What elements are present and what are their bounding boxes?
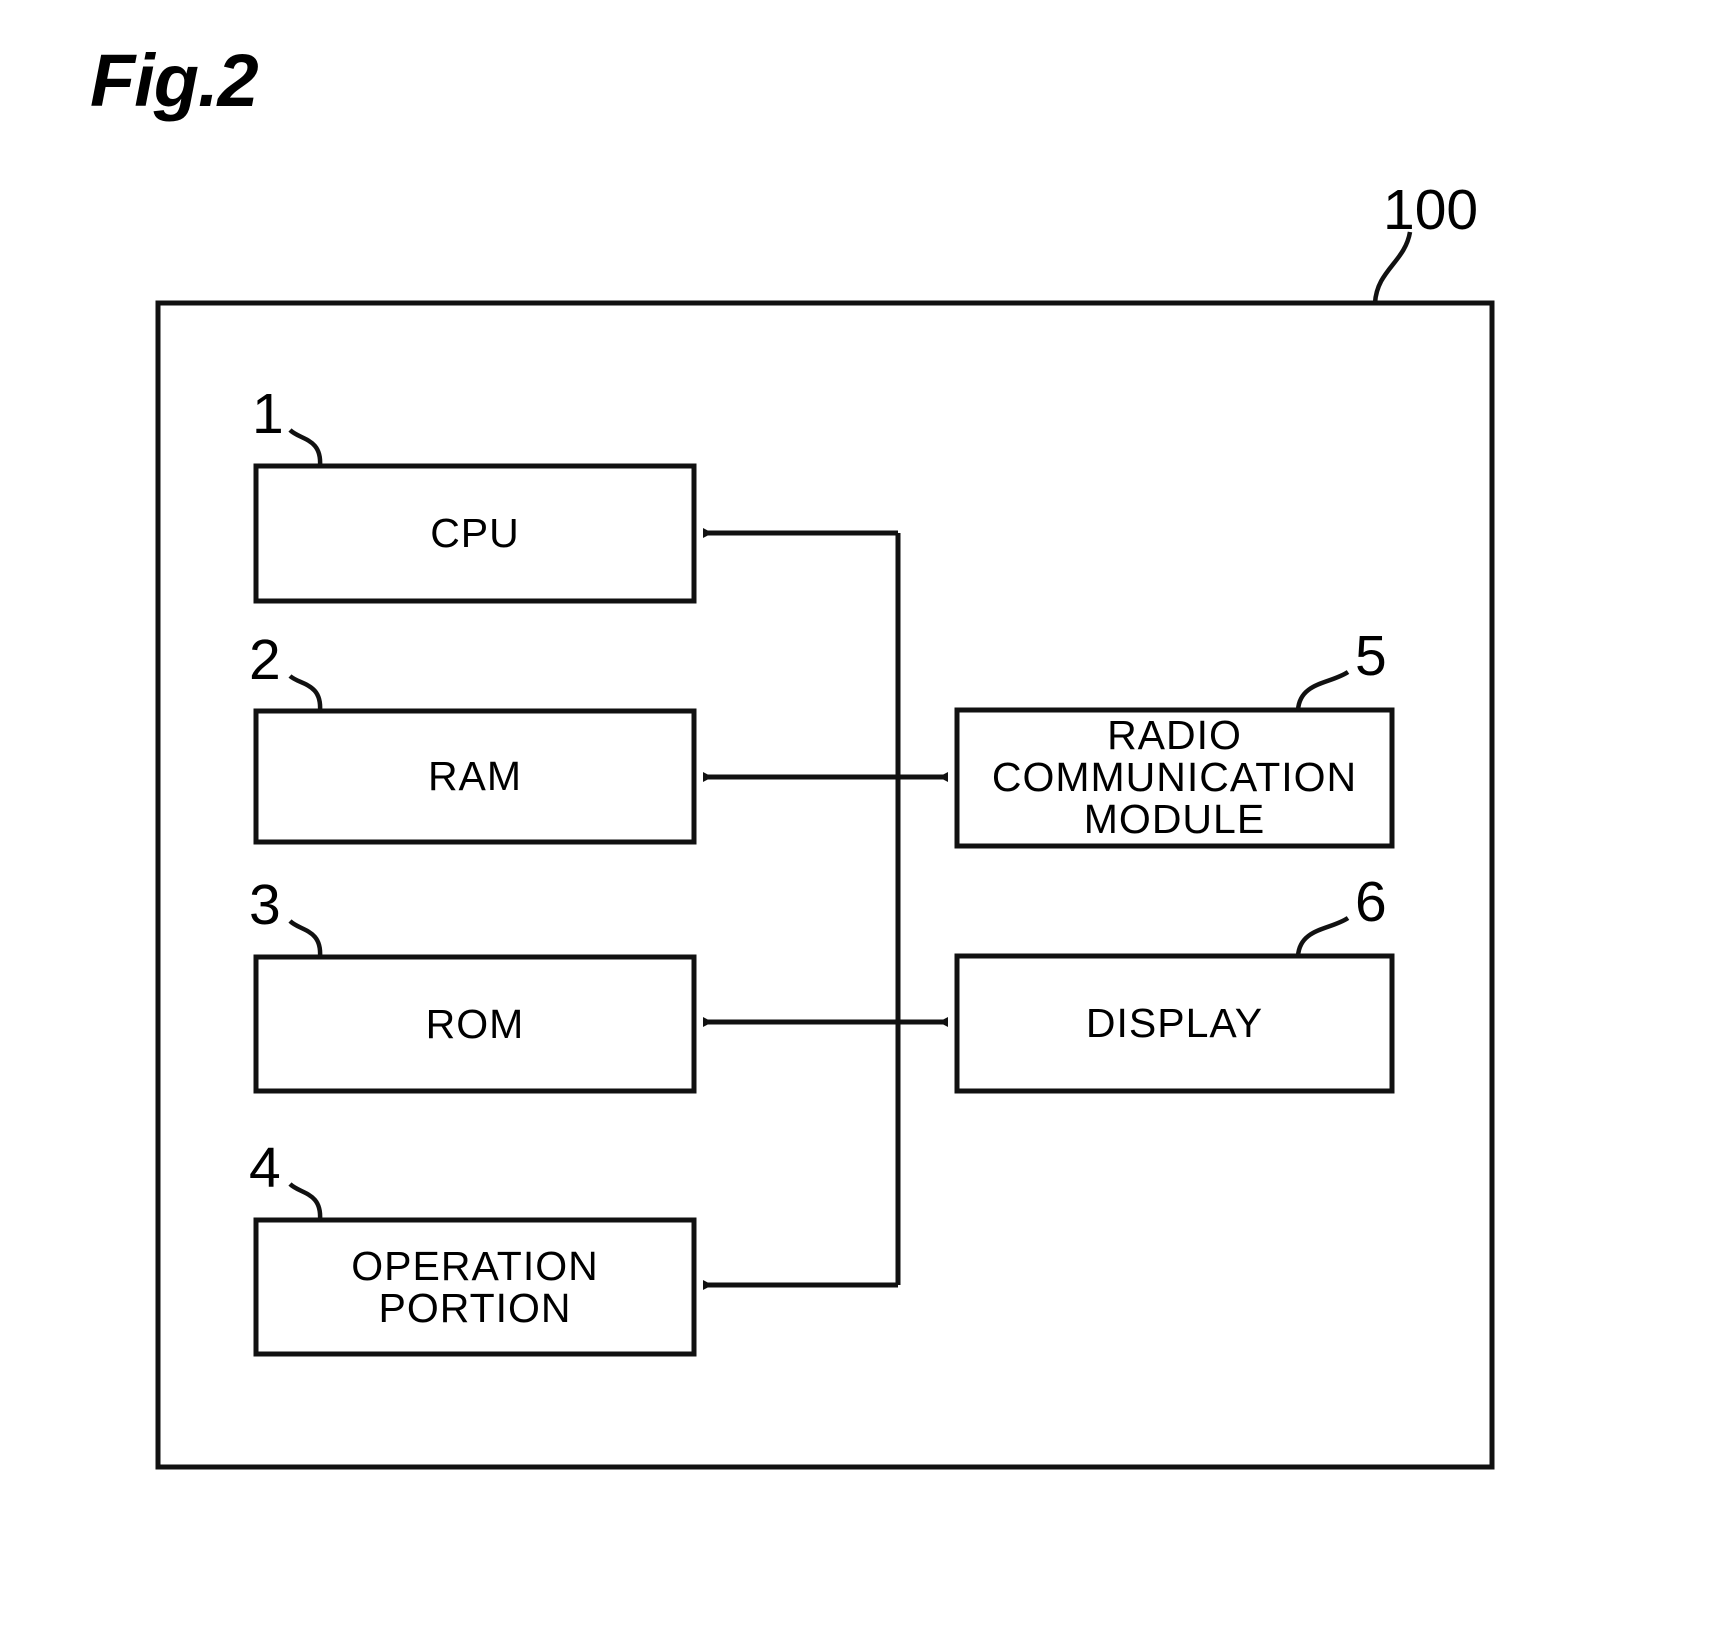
leader-line-4 bbox=[288, 1182, 323, 1221]
leader-line-2 bbox=[288, 674, 323, 712]
ref-number-100: 100 bbox=[1383, 178, 1479, 242]
radio-communication-module-box bbox=[954, 707, 1395, 849]
display-box bbox=[954, 953, 1395, 1094]
ref-number-4: 4 bbox=[249, 1136, 281, 1200]
rom-box bbox=[253, 954, 697, 1094]
leader-line-6 bbox=[1295, 916, 1350, 957]
operation-portion-box bbox=[253, 1217, 697, 1357]
ref-number-3: 3 bbox=[249, 873, 281, 937]
leader-line-3 bbox=[288, 919, 323, 958]
ref-number-6: 6 bbox=[1355, 870, 1387, 934]
ram-box bbox=[253, 708, 697, 845]
ref-number-5: 5 bbox=[1355, 624, 1387, 688]
cpu-box bbox=[253, 463, 697, 604]
leader-line-1 bbox=[288, 428, 323, 467]
ref-number-1: 1 bbox=[252, 382, 284, 446]
device-housing-box bbox=[155, 300, 1495, 1470]
leader-line-100 bbox=[1372, 231, 1413, 304]
leader-line-5 bbox=[1295, 670, 1350, 711]
ref-number-2: 2 bbox=[249, 628, 281, 692]
block-diagram bbox=[155, 231, 1495, 1470]
